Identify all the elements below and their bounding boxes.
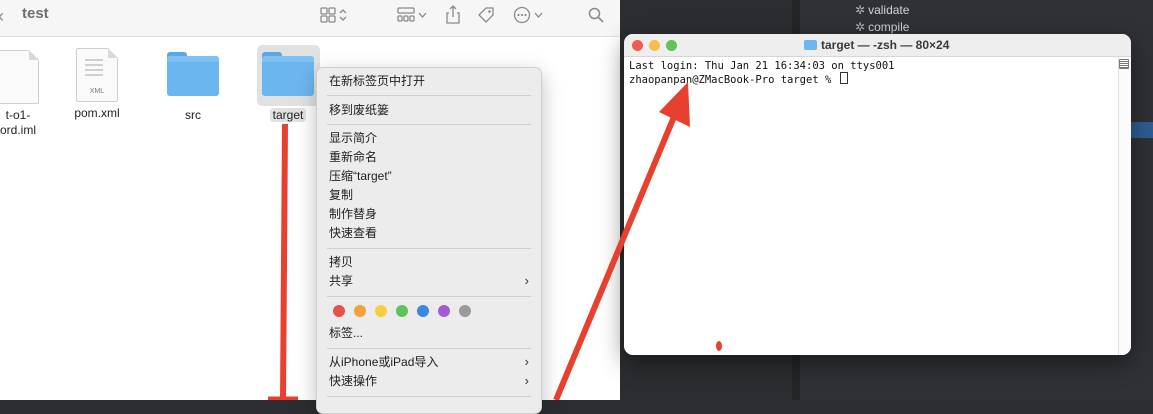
annotation-dot — [716, 341, 722, 351]
annotation-arrows — [268, 82, 722, 400]
annotation-arrow-up — [553, 110, 679, 400]
annotation-arrow-down — [280, 123, 288, 400]
